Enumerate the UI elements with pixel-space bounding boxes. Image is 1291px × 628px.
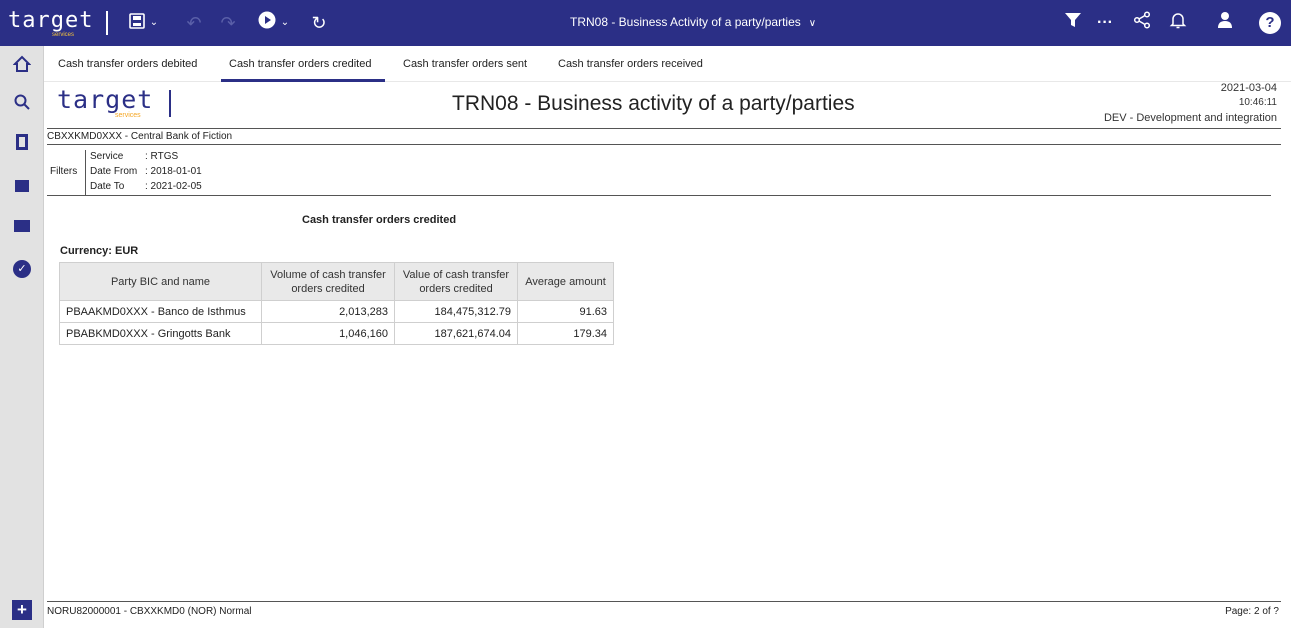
help-icon[interactable]: ? [1259, 12, 1281, 34]
party-cell: PBABKMD0XXX - Gringotts Bank [59, 322, 262, 345]
value-cell: 187,621,674.04 [394, 322, 518, 345]
add-icon[interactable]: + [0, 596, 44, 622]
tab-cash-transfer-orders-debited[interactable]: Cash transfer orders debited [58, 58, 197, 70]
column-header-party: Party BIC and name [59, 262, 262, 301]
filters-divider-line [47, 195, 1271, 196]
folder-icon[interactable] [0, 172, 44, 198]
data-table: Party BIC and name Volume of cash transf… [59, 262, 614, 345]
filter-row: Date From : 2018-01-01 [90, 166, 202, 177]
party-cell: PBAAKMD0XXX - Banco de Isthmus [59, 300, 262, 323]
average-cell: 179.34 [517, 322, 614, 345]
title-chevron-down-icon: ∨ [808, 18, 817, 29]
notification-icon[interactable] [1166, 11, 1190, 35]
average-cell: 91.63 [517, 300, 614, 323]
filter-key: Date From [90, 166, 138, 177]
report-title: TRN08 - Business activity of a party/par… [452, 92, 855, 115]
currency-label: Currency: [60, 245, 112, 257]
header-divider [47, 128, 1281, 129]
active-tab-indicator [221, 79, 385, 82]
column-header-volume: Volume of cash transfer orders credited [261, 262, 395, 301]
column-header-average: Average amount [517, 262, 614, 301]
value-cell: 184,475,312.79 [394, 300, 518, 323]
search-icon[interactable] [0, 92, 44, 118]
save-icon[interactable] [125, 11, 149, 35]
volume-cell: 2,013,283 [261, 300, 395, 323]
play-icon[interactable] [256, 11, 278, 35]
refresh-icon[interactable]: ↻ [308, 11, 330, 35]
page-indicator: Page: 2 of ? [1225, 606, 1279, 617]
filter-value: : 2018-01-01 [145, 166, 202, 177]
currency-value: EUR [115, 245, 139, 257]
logo-divider [106, 11, 108, 35]
table-row: PBAAKMD0XXX - Banco de Isthmus 2,013,283… [59, 300, 614, 323]
bank-divider [47, 144, 1281, 145]
filter-icon[interactable] [1061, 11, 1085, 35]
report-tabs: Cash transfer orders debited Cash transf… [44, 46, 1291, 82]
tab-cash-transfer-orders-credited[interactable]: Cash transfer orders credited [229, 58, 371, 70]
table-row: PBABKMD0XXX - Gringotts Bank 1,046,160 1… [59, 322, 614, 345]
tab-cash-transfer-orders-sent[interactable]: Cash transfer orders sent [403, 58, 527, 70]
section-title: Cash transfer orders credited [302, 214, 457, 226]
save-menu-chevron-down-icon[interactable]: ⌄ [148, 11, 160, 35]
redo-icon[interactable]: ↷ [217, 11, 239, 35]
share-icon[interactable] [1130, 11, 1154, 35]
report-environment: DEV - Development and integration [1103, 112, 1277, 124]
top-bar: target services ⌄ ↶ ↷ ⌄ ↻ TRN08 - Busine… [0, 0, 1291, 46]
more-icon[interactable]: ··· [1093, 11, 1117, 35]
check-circle-icon[interactable]: ✓ [0, 255, 44, 281]
filter-row: Service : RTGS [90, 151, 178, 162]
volume-cell: 1,046,160 [261, 322, 395, 345]
report-title-label: TRN08 - Business Activity of a party/par… [570, 15, 801, 29]
home-icon[interactable] [0, 54, 44, 80]
footer-divider [47, 601, 1281, 602]
user-icon[interactable] [1213, 11, 1237, 35]
run-menu-chevron-down-icon[interactable]: ⌄ [279, 11, 291, 35]
tab-cash-transfer-orders-received[interactable]: Cash transfer orders received [558, 58, 703, 70]
footer-status: NORU82000001 - CBXXKMD0 (NOR) Normal [47, 606, 252, 617]
filter-key: Service [90, 151, 124, 162]
undo-icon[interactable]: ↶ [183, 11, 205, 35]
filter-value: : 2021-02-05 [145, 181, 202, 192]
filter-row: Date To : 2021-02-05 [90, 181, 202, 192]
logo-text: target [8, 8, 94, 33]
report-title-dropdown[interactable]: TRN08 - Business Activity of a party/par… [570, 15, 816, 29]
report-date: 2021-03-04 [1220, 82, 1277, 94]
table-header-row: Party BIC and name Volume of cash transf… [59, 262, 614, 301]
bank-name: CBXXKMD0XXX - Central Bank of Fiction [47, 131, 233, 142]
column-header-value: Value of cash transfer orders credited [394, 262, 518, 301]
left-sidebar: ✓ + [0, 46, 44, 628]
filter-value: : RTGS [145, 151, 179, 162]
currency-line: Currency: EUR [60, 245, 138, 257]
team-folder-icon[interactable] [0, 212, 44, 238]
filter-key: Date To [90, 181, 125, 192]
report-logo-text: target [57, 85, 154, 114]
logo-subtext: services [52, 32, 75, 38]
report-time: 10:46:11 [1238, 97, 1277, 108]
filters-label: Filters [50, 166, 78, 177]
filters-divider [85, 150, 86, 195]
report-logo-divider [169, 90, 171, 117]
document-icon[interactable] [0, 132, 44, 158]
report-logo-subtext: services [115, 112, 141, 119]
